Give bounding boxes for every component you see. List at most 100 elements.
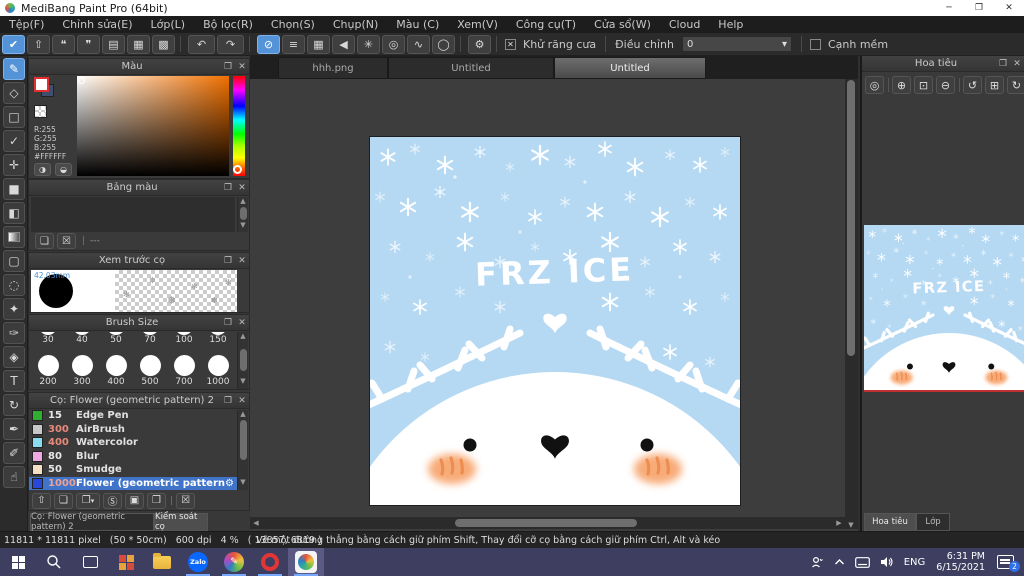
taskbar-app-grid[interactable] — [108, 548, 144, 576]
tab-layers[interactable]: Lớp — [916, 513, 950, 531]
brush-size-option[interactable]: 200 — [31, 353, 65, 389]
menu-layer[interactable]: Lớp(L) — [142, 16, 195, 33]
color-wheel-button[interactable]: ◑ — [34, 163, 51, 176]
text-tool[interactable]: T — [3, 370, 25, 392]
zoom-out-button[interactable]: ⊖ — [936, 76, 955, 94]
canvas-tab[interactable]: Untitled — [388, 57, 554, 79]
brush-size-option[interactable]: 70 — [133, 332, 167, 353]
hand-tool[interactable]: ☝ — [3, 466, 25, 488]
people-tray-icon[interactable] — [811, 556, 824, 569]
zoom-in-button[interactable]: ⊕ — [892, 76, 911, 94]
start-button[interactable] — [0, 548, 36, 576]
grid-snap-button[interactable]: ▦ — [307, 34, 330, 54]
bucket-tool[interactable]: ◧ — [3, 202, 25, 224]
search-button[interactable] — [36, 548, 72, 576]
tray-expand-chevron[interactable] — [834, 558, 845, 566]
symmetry-snap-button[interactable]: ✳ — [357, 34, 380, 54]
shape-tool[interactable]: □ — [3, 106, 25, 128]
hue-bar[interactable] — [233, 76, 245, 176]
canvas-artwork[interactable] — [370, 137, 740, 505]
select-pen-tool[interactable]: ✑ — [3, 322, 25, 344]
select-tool[interactable]: ▢ — [3, 250, 25, 272]
antialias-checkbox[interactable]: ✕ — [505, 38, 516, 50]
brush-size-option[interactable]: 500 — [133, 353, 167, 389]
close-icon[interactable]: ✕ — [235, 256, 249, 266]
redo-button[interactable]: ↷ — [217, 34, 244, 54]
minimize-button[interactable]: ─ — [934, 0, 964, 16]
lasso-tool[interactable]: ◌ — [3, 274, 25, 296]
annotation-button[interactable]: ❞ — [77, 34, 100, 54]
brush-row[interactable]: 50 Smudge — [29, 463, 237, 477]
gradient-tool[interactable] — [3, 226, 25, 248]
brush-row[interactable]: 80 Blur — [29, 450, 237, 464]
eyedropper-tool[interactable]: ✒ — [3, 418, 25, 440]
brush-size-option[interactable]: 50 — [99, 332, 133, 353]
brush-size-option[interactable]: 100 — [167, 332, 201, 353]
adjust-dropdown[interactable]: 0 ▾ — [681, 36, 792, 52]
snap-settings-button[interactable]: ⚙ — [468, 34, 491, 54]
close-icon[interactable]: ✕ — [235, 62, 249, 72]
restore-button[interactable]: ❐ — [964, 0, 994, 16]
horizontal-scrollbar[interactable]: ◀ ▶ — [250, 517, 845, 529]
magic-wand-tool[interactable]: ✦ — [3, 298, 25, 320]
taskbar-paint-app[interactable]: ✎ — [216, 548, 252, 576]
polyline-tool[interactable]: ✓ — [3, 130, 25, 152]
popout-icon[interactable]: ❐ — [221, 318, 235, 328]
save-check-button[interactable]: ✔ — [2, 34, 25, 54]
canvas-tab-active[interactable]: Untitled — [554, 57, 706, 79]
taskbar-clock[interactable]: 6:31 PM 6/15/2021 — [936, 551, 985, 573]
close-icon[interactable]: ✕ — [1010, 59, 1024, 69]
curve-snap-button[interactable]: ∿ — [407, 34, 430, 54]
touch-keyboard-icon[interactable] — [854, 556, 870, 568]
popout-icon[interactable]: ❐ — [221, 396, 235, 406]
undo-button[interactable]: ↶ — [188, 34, 215, 54]
language-indicator[interactable]: ENG — [904, 557, 926, 568]
sv-selector[interactable] — [78, 77, 85, 84]
softedge-checkbox[interactable] — [809, 38, 821, 50]
ellipse-snap-button[interactable]: ◯ — [432, 34, 455, 54]
brush-new-button[interactable]: ❏ — [54, 492, 73, 509]
brush-list-scrollbar[interactable]: ▲ ▼ — [237, 410, 248, 490]
menu-help[interactable]: Help — [709, 16, 752, 33]
brush-tool[interactable]: ✎ — [3, 58, 25, 80]
vertical-scrollbar[interactable]: ▼ — [845, 79, 858, 529]
document-button[interactable]: ▤ — [102, 34, 125, 54]
brush-size-option[interactable]: 700 — [167, 353, 201, 389]
menu-tools[interactable]: Công cụ(T) — [507, 16, 585, 33]
select-eraser-tool[interactable]: ◈ — [3, 346, 25, 368]
reset-rotation-button[interactable]: ⊞ — [985, 76, 1004, 94]
brush-row[interactable]: 300 AirBrush — [29, 423, 237, 437]
export-button[interactable]: ⇧ — [27, 34, 50, 54]
canvas-tab[interactable]: hhh.png — [278, 57, 388, 79]
brush-import-button[interactable]: ⇧ — [32, 492, 51, 509]
fit-screen-button[interactable]: ⊡ — [914, 76, 933, 94]
move-tool[interactable]: ✛ — [3, 154, 25, 176]
palette-trash-button[interactable]: ☒ — [57, 233, 76, 249]
no-correction-button[interactable]: ⊘ — [257, 34, 280, 54]
form-button[interactable]: ▦ — [127, 34, 150, 54]
taskbar-medibang-active[interactable] — [288, 548, 324, 576]
navigator-preview[interactable] — [864, 225, 1024, 392]
menu-filter[interactable]: Bộ lọc(R) — [194, 16, 262, 33]
rotate-cw-button[interactable]: ↻ — [1007, 76, 1024, 94]
file-explorer-button[interactable] — [144, 548, 180, 576]
brush-row-selected[interactable]: 1000 Flower (geometric pattern) 2 ⚙ — [29, 476, 237, 490]
popout-icon[interactable]: ❐ — [221, 62, 235, 72]
vscroll-thumb[interactable] — [847, 80, 855, 356]
menu-cloud[interactable]: Cloud — [660, 16, 709, 33]
hue-selector[interactable] — [233, 165, 242, 174]
color-mode-button[interactable]: ◒ — [55, 163, 72, 176]
close-icon[interactable]: ✕ — [235, 183, 249, 193]
brush-settings-gear-icon[interactable]: ⚙ — [225, 478, 234, 489]
brush-size-option[interactable]: 40 — [65, 332, 99, 353]
brush-script-button[interactable]: Ⓢ — [103, 492, 122, 509]
popout-icon[interactable]: ❐ — [996, 59, 1010, 69]
tab-brush-list[interactable]: Cọ: Flower (geometric pattern) 2 — [30, 512, 154, 532]
brush-duplicate-button[interactable]: ❒ — [147, 492, 166, 509]
menu-select[interactable]: Chọn(S) — [262, 16, 324, 33]
palette-new-button[interactable]: ❏ — [35, 233, 54, 249]
tab-brush-control[interactable]: Kiểm soát cọ — [154, 512, 208, 532]
menu-file[interactable]: Tệp(F) — [0, 16, 53, 33]
vanish-snap-button[interactable]: ◀ — [332, 34, 355, 54]
menu-color[interactable]: Màu (C) — [387, 16, 448, 33]
